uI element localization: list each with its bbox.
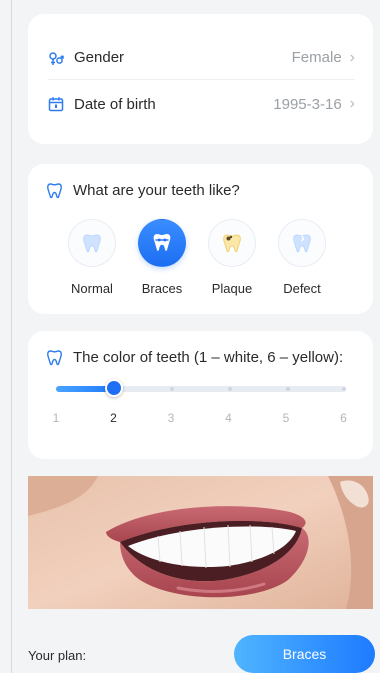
teeth-options: Normal Braces Plaque Defect (68, 219, 334, 299)
option-braces[interactable]: Braces (130, 219, 194, 296)
slider-handle[interactable] (105, 379, 123, 397)
tooth-outline-icon (46, 182, 63, 199)
gender-value: Female (291, 49, 342, 66)
option-normal-label: Normal (71, 281, 113, 296)
slider-tick-label: 5 (282, 411, 290, 425)
teeth-color-title: The color of teeth (1 – white, 6 – yello… (46, 349, 343, 366)
option-defect[interactable]: Defect (270, 219, 334, 296)
teeth-color-slider[interactable] (56, 379, 346, 397)
dob-label: Date of birth (74, 95, 156, 113)
dob-row[interactable]: Date of birth 1995-3-16 › (48, 82, 355, 126)
slider-tick-label: 4 (225, 411, 232, 425)
left-divider (11, 0, 12, 673)
smile-photo (28, 476, 373, 609)
slider-tick-label: 6 (340, 411, 347, 425)
teeth-color-title-text: The color of teeth (1 – white, 6 – yello… (73, 349, 344, 366)
chevron-right-icon: › (349, 95, 355, 112)
slider-tick-label: 3 (167, 411, 175, 425)
tooth-normal-icon (68, 219, 116, 267)
teeth-type-title-text: What are your teeth like? (73, 182, 240, 199)
gender-label: Gender (74, 49, 125, 66)
option-normal[interactable]: Normal (60, 219, 124, 296)
gender-icon (48, 50, 64, 66)
gender-row[interactable]: Gender Female › (48, 36, 355, 80)
teeth-type-title: What are your teeth like? (46, 182, 240, 199)
slider-step-dot (286, 387, 290, 391)
chevron-right-icon: › (349, 48, 355, 66)
option-plaque[interactable]: Plaque (200, 219, 264, 296)
plan-button[interactable]: Braces (234, 635, 375, 673)
option-plaque-label: Plaque (211, 281, 253, 296)
slider-tick-label: 1 (52, 411, 60, 425)
tooth-plaque-icon (208, 219, 256, 267)
teeth-color-card: The color of teeth (1 – white, 6 – yello… (28, 331, 373, 459)
dob-value: 1995-3-16 (273, 95, 342, 113)
plan-label: Your plan: (28, 648, 87, 663)
profile-card: Gender Female › Date of birth 1995-3-16 … (28, 14, 373, 144)
slider-tick-label: 2 (110, 411, 117, 425)
tooth-braces-icon (138, 219, 186, 267)
slider-step-dot (342, 387, 346, 391)
tooth-defect-icon (278, 219, 326, 267)
tooth-outline-icon (46, 349, 63, 366)
teeth-type-card: What are your teeth like? Normal Braces … (28, 164, 373, 314)
slider-step-dot (170, 387, 174, 391)
slider-ticks: 1 2 3 4 5 6 (50, 411, 350, 427)
screen: Gender Female › Date of birth 1995-3-16 … (0, 0, 380, 673)
slider-step-dot (228, 387, 232, 391)
calendar-icon (48, 96, 64, 112)
option-braces-label: Braces (141, 281, 183, 296)
option-defect-label: Defect (283, 281, 321, 296)
